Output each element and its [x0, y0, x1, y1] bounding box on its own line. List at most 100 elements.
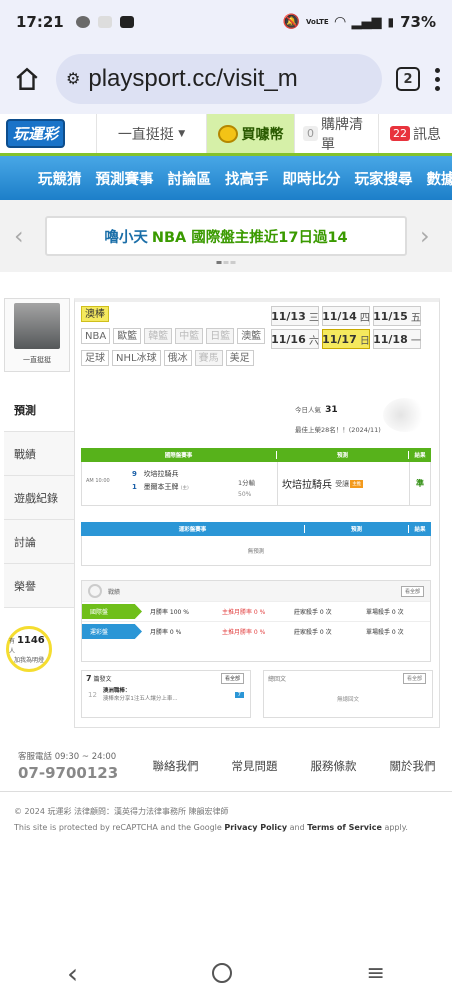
article-item[interactable]: 12 澳洲職棒： 澳棒來分享1注五人讓分上車... 7 — [82, 685, 250, 705]
date-picker: 11/13 三 11/14 四 11/15 五 11/16 六 11/17 日 … — [271, 306, 431, 349]
nav-item[interactable]: 討論區 — [168, 168, 212, 189]
site-settings-icon[interactable]: ⚙ — [66, 69, 80, 89]
main-nav: 玩競猜 預測賽事 討論區 找高手 即時比分 玩家搜尋 數據 — [0, 156, 452, 200]
nav-item[interactable]: 預測賽事 — [96, 168, 154, 189]
status-time: 17:21 — [16, 13, 64, 31]
profile-name: 一直挺挺 — [23, 356, 51, 364]
cart-button[interactable]: 0 購牌清單 — [294, 114, 378, 153]
site-logo[interactable]: 玩運彩 — [0, 114, 96, 153]
reply-view-all-button[interactable]: 看全部 — [402, 673, 426, 684]
profile-sidebar: 一直挺挺 預測 戰績 遊戲紀錄 討論 榮譽 有 1146 人 加我為明燈 — [4, 298, 74, 672]
chevron-right-icon[interactable]: › — [420, 222, 438, 250]
lottery-prediction-table: 運彩盤賽事 預測 結果 無預測 — [81, 522, 431, 566]
home-icon[interactable] — [12, 64, 42, 94]
side-tab-record[interactable]: 戰績 — [4, 432, 74, 476]
terms-link[interactable]: Terms of Service — [307, 823, 382, 832]
sport-tag[interactable]: 澳棒 — [81, 306, 109, 322]
phone-number[interactable]: 07-9700123 — [18, 764, 136, 782]
sport-tag[interactable]: NBA — [81, 328, 111, 344]
line-app-icon — [75, 16, 90, 28]
sport-tag[interactable]: 美足 — [225, 350, 254, 366]
recent-apps-icon[interactable]: ≡ — [366, 961, 384, 986]
status-bar: 17:21 🔕 VoLTE ◠ ▂▄▆ ▮ 73% — [0, 0, 452, 44]
article-box: 7 篇發文 看全部 12 澳洲職棒： 澳棒來分享1注五人讓分上車... 7 — [81, 670, 251, 718]
footer-link[interactable]: 常見問題 — [232, 758, 278, 774]
caret-down-icon: ▼ — [178, 128, 186, 139]
customer-service: 客服電話 09:30 ~ 24:00 07-9700123 — [18, 750, 136, 782]
table-row[interactable]: AM 10:00 9 坎培拉騎兵 1 墨爾本王牌 (主) 1分輸 50% 坎培拉騎… — [81, 462, 431, 506]
side-tab-game-log[interactable]: 遊戲紀錄 — [4, 476, 74, 520]
sport-tag: 日籃 — [206, 328, 235, 344]
url-text: playsport.cc/visit_m — [88, 65, 298, 92]
app-icon — [119, 16, 134, 28]
record-row: 運彩盤 月勝率 0 % 主推月勝率 0 % 莊家殺手 0 次 單場殺手 0 次 — [82, 621, 430, 641]
date-tab[interactable]: 11/16 六 — [271, 329, 319, 349]
date-tab[interactable]: 11/14 四 — [322, 306, 370, 326]
user-menu[interactable]: 一直挺挺 ▼ — [96, 114, 206, 153]
sport-tag[interactable]: 歐籃 — [113, 328, 142, 344]
message-count: 22 — [390, 126, 410, 141]
footer-link[interactable]: 聯絡我們 — [153, 758, 199, 774]
footer-link[interactable]: 服務條款 — [311, 758, 357, 774]
chevron-left-icon[interactable]: ‹ — [14, 222, 32, 250]
sport-tag[interactable]: 足球 — [81, 350, 109, 366]
record-view-all-button[interactable]: 看全部 — [400, 586, 424, 597]
signal-icon: ▂▄▆ — [351, 14, 382, 30]
side-tab-discuss[interactable]: 討論 — [4, 520, 74, 564]
sport-tag: 賽馬 — [194, 350, 223, 366]
announcement-text[interactable]: 嚕小天 NBA 國際盤主推近17日過14 — [45, 216, 407, 256]
site-footer: 客服電話 09:30 ~ 24:00 07-9700123 聯絡我們 常見問題 … — [0, 740, 452, 792]
privacy-policy-link[interactable]: Privacy Policy — [224, 823, 287, 832]
sport-tag[interactable]: NHL冰球 — [112, 350, 161, 366]
copyright: © 2024 玩運彩 法律顧問：漢英得力法律事務所 陳韻宏律師 This sit… — [14, 807, 408, 832]
battery-icon: ▮ — [387, 15, 395, 29]
nav-item[interactable]: 找高手 — [225, 168, 269, 189]
article-view-all-button[interactable]: 看全部 — [220, 673, 244, 684]
avatar[interactable]: 一直挺挺 — [4, 298, 70, 372]
sport-tag[interactable]: 澳籃 — [237, 328, 266, 344]
side-tab-honor[interactable]: 榮譽 — [4, 564, 74, 608]
sport-tag: 中籃 — [175, 328, 204, 344]
date-tab[interactable]: 11/18 一 — [373, 329, 421, 349]
sport-filter: 澳棒 NBA 歐籃 韓籃 中籃 日籃 澳籃 足球 NHL冰球 俄冰 賽馬 美足 — [81, 306, 267, 366]
more-menu-icon[interactable] — [434, 67, 440, 91]
announcement-carousel: ‹ 嚕小天 NBA 國際盤主推近17日過14 › — [0, 200, 452, 272]
mute-icon: 🔕 — [282, 14, 300, 30]
date-tab-selected[interactable]: 11/17 日 — [322, 329, 370, 349]
nav-item[interactable]: 玩家搜尋 — [355, 168, 413, 189]
no-replies: 無總回文 — [336, 697, 359, 703]
date-tab[interactable]: 11/15 五 — [373, 306, 421, 326]
date-tab[interactable]: 11/13 三 — [271, 306, 319, 326]
url-bar[interactable]: ⚙ playsport.cc/visit_m — [56, 54, 382, 104]
nav-item[interactable]: 玩競猜 — [38, 168, 82, 189]
fans-badge[interactable]: 有 1146 人 加我為明燈 — [6, 626, 52, 672]
sport-tag[interactable]: 俄冰 — [163, 350, 192, 366]
no-prediction: 無預測 — [81, 536, 431, 566]
reply-box: 總回文 看全部 無總回文 — [263, 670, 433, 718]
tab-switcher-button[interactable]: 2 — [396, 67, 420, 91]
home-circle-icon[interactable] — [212, 963, 233, 983]
back-icon[interactable]: ‹ — [67, 957, 78, 990]
side-tab-predict[interactable]: 預測 — [4, 388, 74, 432]
intl-prediction-table: 國際盤賽事 預測 結果 AM 10:00 9 坎培拉騎兵 1 墨爾本王牌 (主)… — [81, 448, 431, 506]
sport-tag: 韓籃 — [144, 328, 173, 344]
carousel-dots — [216, 261, 236, 264]
record-row: 國際盤 月勝率 100 % 主推月勝率 0 % 莊家殺手 0 次 單場殺手 0 … — [82, 601, 430, 621]
visit-stats: 今日人氣 31 最佳上榮28名！！(2024/11) — [295, 405, 381, 434]
android-nav-bar: ‹ ≡ — [0, 946, 452, 1000]
coin-icon — [217, 124, 238, 143]
prediction-panel: 澳棒 NBA 歐籃 韓籃 中籃 日籃 澳籃 足球 NHL冰球 俄冰 賽馬 美足 … — [74, 298, 440, 728]
notification-icon — [97, 16, 112, 28]
footer-link[interactable]: 關於我們 — [390, 758, 436, 774]
nav-item[interactable]: 數據 — [427, 168, 452, 189]
site-top-nav: 玩運彩 一直挺挺 ▼ 買噱幣 0 購牌清單 22 訊息 — [0, 114, 452, 156]
nav-item[interactable]: 即時比分 — [283, 168, 341, 189]
record-summary: 戰績 看全部 國際盤 月勝率 100 % 主推月勝率 0 % 莊家殺手 0 次 … — [81, 580, 431, 662]
battery-level: 73% — [400, 13, 436, 31]
buy-coin-button[interactable]: 買噱幣 — [206, 114, 294, 153]
messages-button[interactable]: 22 訊息 — [378, 114, 452, 153]
record-icon — [88, 584, 102, 598]
volte-icon: VoLTE — [306, 18, 329, 26]
cart-count: 0 — [303, 126, 318, 141]
browser-toolbar: ⚙ playsport.cc/visit_m 2 — [0, 44, 452, 114]
